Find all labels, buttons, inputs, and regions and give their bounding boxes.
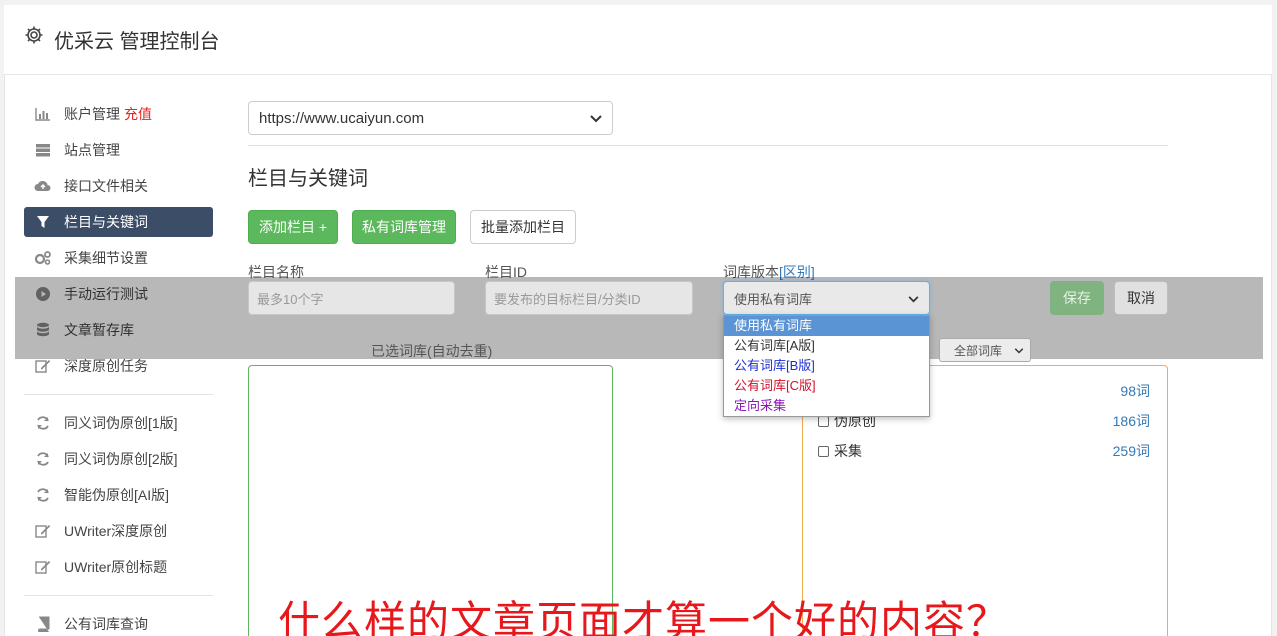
sidebar-item-label: 同义词伪原创[2版] <box>64 451 178 467</box>
edit-icon <box>34 523 52 539</box>
cancel-button[interactable]: 取消 <box>1114 281 1168 315</box>
book-icon <box>34 616 52 632</box>
sidebar-divider <box>24 394 213 395</box>
app-header: 优采云 管理控制台 <box>4 5 1272 75</box>
lib-count: 186词 <box>1112 413 1150 429</box>
overlay-caption: 什么样的文章页面才算一个好的内容？ <box>278 597 1010 636</box>
sidebar-item-columns[interactable]: 栏目与关键词 <box>24 207 213 237</box>
lib-name: 采集 <box>834 443 862 459</box>
sidebar-item-uwriter-deep[interactable]: UWriter深度原创 <box>24 516 213 546</box>
version-select-value: 使用私有词库 <box>734 291 813 307</box>
sidebar-item-label: UWriter深度原创 <box>64 523 168 539</box>
refresh-icon <box>34 415 52 431</box>
filter-icon <box>34 214 52 230</box>
edit-icon <box>34 559 52 575</box>
sidebar-item-account[interactable]: 账户管理 充值 <box>24 99 213 129</box>
sidebar-item-label: 智能伪原创[AI版] <box>64 487 170 503</box>
sidebar-item-collect-settings[interactable]: 采集细节设置 <box>24 243 213 273</box>
sidebar-item-label: UWriter原创标题 <box>64 559 168 575</box>
sidebar-item-public-lib[interactable]: 公有词库查询 <box>24 609 213 636</box>
sidebar-item-label: 公有词库查询 <box>64 616 148 632</box>
dropdown-option[interactable]: 公有词库[A版] <box>724 336 929 356</box>
chevron-down-icon <box>590 110 602 127</box>
sidebar-item-label: 采集细节设置 <box>64 250 148 266</box>
version-dropdown: 使用私有词库 公有词库[A版] 公有词库[B版] 公有词库[C版] 定向采集 <box>723 315 930 417</box>
cloud-upload-icon <box>34 178 52 194</box>
version-select[interactable]: 使用私有词库 <box>723 281 930 315</box>
selected-lib-label: 已选词库(自动去重) <box>371 343 493 359</box>
private-lib-button[interactable]: 私有词库管理 <box>352 210 456 244</box>
chevron-down-icon <box>908 291 919 306</box>
sidebar-item-ai-rewrite[interactable]: 智能伪原创[AI版] <box>24 480 213 510</box>
recharge-link[interactable]: 充值 <box>124 104 152 124</box>
page-title: 栏目与关键词 <box>248 168 368 190</box>
sidebar-item-interface[interactable]: 接口文件相关 <box>24 171 213 201</box>
sidebar-item-synonym-v1[interactable]: 同义词伪原创[1版] <box>24 408 213 438</box>
gear-icon <box>24 25 44 45</box>
lib-checkbox[interactable] <box>818 445 829 457</box>
site-select[interactable]: https://www.ucaiyun.com <box>248 101 613 135</box>
refresh-icon <box>34 451 52 467</box>
edit-icon <box>34 358 52 374</box>
section-divider <box>248 145 1168 146</box>
sidebar-item-label: 深度原创任务 <box>64 358 148 374</box>
sidebar-item-label: 账户管理 <box>64 106 120 122</box>
server-icon <box>34 142 52 158</box>
dropdown-option[interactable]: 公有词库[B版] <box>724 356 929 376</box>
dropdown-option[interactable]: 使用私有词库 <box>724 316 929 336</box>
column-name-input[interactable]: 最多10个字 <box>248 281 455 315</box>
lib-checkbox[interactable] <box>818 415 829 427</box>
bar-chart-icon <box>34 106 52 122</box>
sidebar-item-sites[interactable]: 站点管理 <box>24 135 213 165</box>
sidebar-item-label: 接口文件相关 <box>64 178 148 194</box>
lib-row[interactable]: 采集 259词 <box>818 441 1150 461</box>
chevron-down-icon <box>1014 343 1024 357</box>
lib-count: 98词 <box>1120 383 1150 399</box>
dropdown-option[interactable]: 定向采集 <box>724 396 929 416</box>
column-id-input[interactable]: 要发布的目标栏目/分类ID <box>485 281 693 315</box>
all-lib-select[interactable]: 全部词库 <box>939 338 1031 362</box>
all-lib-value: 全部词库 <box>954 343 1003 358</box>
dropdown-option[interactable]: 公有词库[C版] <box>724 376 929 396</box>
add-column-button[interactable]: 添加栏目 + <box>248 210 338 244</box>
sidebar-item-label: 站点管理 <box>64 142 120 158</box>
sidebar-item-uwriter-title[interactable]: UWriter原创标题 <box>24 552 213 582</box>
save-button[interactable]: 保存 <box>1050 281 1104 315</box>
sidebar-item-label: 同义词伪原创[1版] <box>64 415 178 431</box>
sidebar-divider <box>24 595 213 596</box>
refresh-icon <box>34 487 52 503</box>
gears-icon <box>34 250 52 266</box>
batch-add-button[interactable]: 批量添加栏目 <box>470 210 576 244</box>
sidebar-item-synonym-v2[interactable]: 同义词伪原创[2版] <box>24 444 213 474</box>
sidebar-item-label: 栏目与关键词 <box>64 214 148 230</box>
site-select-value: https://www.ucaiyun.com <box>259 109 425 127</box>
lib-count: 259词 <box>1112 443 1150 459</box>
app-title: 优采云 管理控制台 <box>54 31 220 53</box>
